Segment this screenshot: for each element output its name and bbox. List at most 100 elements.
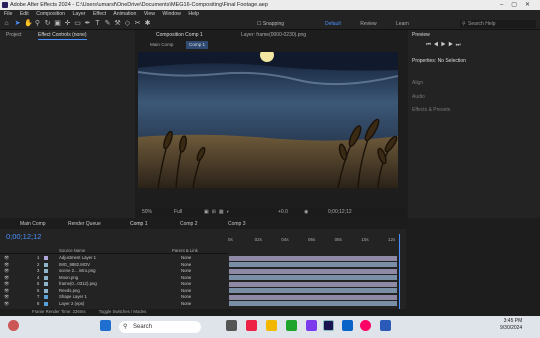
workspace-learn[interactable]: Learn [396,21,409,27]
pan-tool-icon[interactable]: ✛ [64,20,71,27]
layer-row[interactable]: 👁 3 scene 2... intro.png None [0,268,228,274]
chrome-profile-icon[interactable] [360,320,371,331]
tab-project[interactable]: Project [6,30,22,40]
layer-duration-bar[interactable] [229,288,397,294]
section-effects-presets[interactable]: Effects & Presets [412,105,450,115]
column-parent-link[interactable]: Parent & Link [172,247,198,254]
layer-name[interactable]: frame(0...0312).png [59,281,97,287]
subtab-main-comp[interactable]: Main Comp [150,40,174,50]
layer-duration-bar[interactable] [229,255,397,261]
playback-controls[interactable]: ⏮◀▶▶⏭ [426,42,463,49]
parent-select[interactable]: None [181,275,191,281]
tab-render-queue[interactable]: Render Queue [68,219,101,229]
viewer-toggle-icons[interactable]: ▣⊞▦◐ [204,208,233,217]
after-effects-taskbar-icon[interactable] [323,320,334,331]
purple-app-icon[interactable] [306,320,317,331]
roto-tool-icon[interactable]: ✂ [134,20,141,27]
zoom-select[interactable]: 50% [142,208,152,217]
layer-row[interactable]: 👁 1 Adjustment Layer 1 None [0,255,228,261]
stamp-tool-icon[interactable]: ⚒ [114,20,121,27]
layer-row[interactable]: 👁 5 frame(0...0312).png None [0,281,228,287]
zoom-tool-icon[interactable]: ⚲ [34,20,41,27]
layer-row[interactable]: 👁 6 Reeds.png None [0,288,228,294]
menu-edit[interactable]: Edit [20,11,29,17]
eraser-tool-icon[interactable]: ◇ [124,20,131,27]
time-ruler[interactable]: 0s 02s 04s 06s 08s 10s 12s [228,234,398,246]
home-icon[interactable]: ⌂ [3,20,10,27]
current-time-display[interactable]: 0;00;12;12 [328,208,352,217]
layer-label-color[interactable] [44,282,48,286]
layer-name[interactable]: scene 2... intro.png [59,268,96,274]
current-time-indicator[interactable] [399,234,400,312]
layer-name[interactable]: Shape Layer 1 [59,294,87,300]
tab-composition[interactable]: Composition Comp 1 [156,30,203,40]
camera-snapshot-icon[interactable]: ◉ [304,208,308,217]
layer-duration-bar[interactable] [229,262,397,268]
puppet-tool-icon[interactable]: ✱ [144,20,151,27]
menu-composition[interactable]: Composition [36,11,65,17]
section-audio[interactable]: Audio [412,92,425,102]
snapping-toggle[interactable]: ☐ Snapping [257,20,284,28]
menu-file[interactable]: File [4,11,12,17]
layer-name[interactable]: Reeds.png [59,288,80,294]
layer-duration-bar[interactable] [229,281,397,287]
layer-row[interactable]: 👁 8 Layer 2 (eps) None [0,301,228,307]
layer-row[interactable]: 👁 7 Shape Layer 1 None [0,294,228,300]
layer-name[interactable]: Adjustment Layer 1 [59,255,96,261]
section-align[interactable]: Align [412,78,423,88]
parent-select[interactable]: None [181,255,191,261]
layer-duration-bar[interactable] [229,275,397,281]
tab-comp-1[interactable]: Comp 1 [130,219,148,229]
rotate-tool-icon[interactable]: ↻ [44,20,51,27]
menu-animation[interactable]: Animation [113,11,136,17]
workspace-default[interactable]: Default [325,21,341,27]
green-app-icon[interactable] [286,320,297,331]
menu-layer[interactable]: Layer [73,11,86,17]
parent-select[interactable]: None [181,301,191,307]
exposure-value[interactable]: +0.0 [278,208,288,217]
layer-row[interactable]: 👁 2 IMG_9882.MOV None [0,262,228,268]
visibility-eye-icon[interactable]: 👁 [4,288,9,294]
parent-select[interactable]: None [181,281,191,287]
layer-duration-bar[interactable] [229,301,397,307]
visibility-eye-icon[interactable]: 👁 [4,301,9,307]
tab-effect-controls[interactable]: Effect Controls (none) [38,30,87,40]
layer-name[interactable]: IMG_9882.MOV [59,262,90,268]
parent-select[interactable]: None [181,294,191,300]
selection-tool-icon[interactable]: ➤ [14,20,21,27]
layer-label-color[interactable] [44,262,48,267]
visibility-eye-icon[interactable]: 👁 [4,268,9,274]
rectangle-tool-icon[interactable]: ▭ [74,20,81,27]
composition-viewer[interactable] [138,52,398,188]
layer-name[interactable]: Layer 2 (eps) [59,301,84,307]
tab-comp-3[interactable]: Comp 3 [228,219,246,229]
menu-effect[interactable]: Effect [93,11,106,17]
menu-window[interactable]: Window [162,11,180,17]
edge-icon[interactable] [342,320,353,331]
taskbar-search-input[interactable]: ⚲ Search [119,321,201,333]
visibility-eye-icon[interactable]: 👁 [4,294,9,300]
brush-tool-icon[interactable]: ✎ [104,20,111,27]
pen-tool-icon[interactable]: ✒ [84,20,91,27]
search-help-input[interactable]: ⚲ Search Help [460,20,536,28]
layer-name[interactable]: Moon.png [59,275,78,281]
menu-view[interactable]: View [144,11,155,17]
menu-help[interactable]: Help [188,11,199,17]
chrome-icon[interactable] [246,320,257,331]
layer-duration-bar[interactable] [229,268,397,274]
layer-label-color[interactable] [44,275,48,280]
parent-select[interactable]: None [181,288,191,294]
resolution-select[interactable]: Full [174,208,182,217]
workspace-review[interactable]: Review [360,21,376,27]
window-controls[interactable]: –▢✕ [500,0,538,10]
parent-select[interactable]: None [181,268,191,274]
layer-duration-bar[interactable] [229,294,397,300]
parent-select[interactable]: None [181,262,191,268]
column-source-name[interactable]: Source Name [59,247,85,254]
weather-widget-icon[interactable] [8,320,19,331]
visibility-eye-icon[interactable]: 👁 [4,281,9,287]
file-explorer-icon[interactable] [266,320,277,331]
visibility-eye-icon[interactable]: 👁 [4,275,9,281]
visibility-eye-icon[interactable]: 👁 [4,262,9,268]
layer-label-color[interactable] [44,288,48,293]
